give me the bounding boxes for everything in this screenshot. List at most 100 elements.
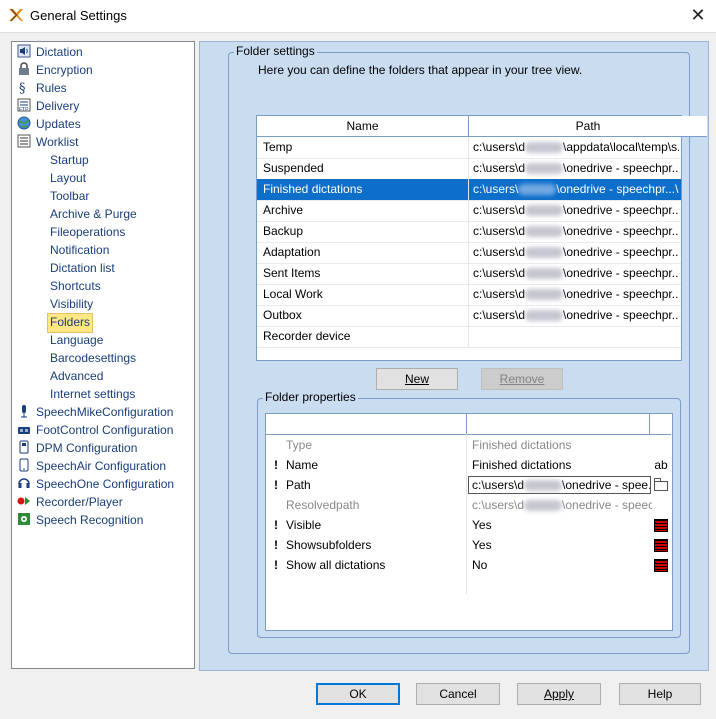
property-value: Yes (472, 518, 492, 532)
tree-subitem-toolbar[interactable]: Toolbar (50, 187, 89, 205)
folder-row[interactable]: Backup c:\users\d \onedrive - speechpr...\ (257, 221, 681, 243)
property-value: No (472, 558, 488, 572)
headset-icon (18, 478, 30, 488)
folder-row[interactable]: Adaptation c:\users\d \onedrive - speechpr… (257, 242, 681, 264)
redacted-username (525, 226, 564, 238)
folder-path-suffix: \appdata\local\temp\s...\ (563, 140, 679, 154)
tree-item-speechone-configuration[interactable]: SpeechOne Configuration (17, 475, 187, 493)
tree-subitem-layout[interactable]: Layout (50, 169, 86, 187)
folder-row[interactable]: Local Work c:\users\d \onedrive - speechpr… (257, 284, 681, 306)
folder-name: Finished dictations (263, 182, 363, 196)
tree-subitem-barcodesettings[interactable]: Barcodesettings (50, 349, 136, 367)
tree-subitem-shortcuts[interactable]: Shortcuts (50, 277, 101, 295)
close-button[interactable]: ✕ (684, 4, 712, 28)
folder-row[interactable]: Recorder device (257, 326, 681, 348)
folder-row[interactable]: Sent Items c:\users\d \onedrive - speechpr… (257, 263, 681, 285)
record-play-icon (17, 497, 30, 505)
tree-item-dpm-configuration[interactable]: DPM Configuration (17, 439, 187, 457)
list-glyph (654, 539, 668, 552)
property-value: Yes (472, 538, 492, 552)
folder-path: c:\users\d \onedrive - speechpr...\ (473, 221, 679, 242)
tree-subitem-language[interactable]: Language (50, 331, 103, 349)
tree-subitem-folders[interactable]: Folders (47, 313, 94, 333)
settings-tree[interactable]: Dictation Encryption § Rules FTP Delivery Upda… (11, 41, 195, 669)
tree-subitem-fileoperations[interactable]: Fileoperations (50, 223, 125, 241)
folder-browse-icon[interactable] (653, 475, 669, 497)
property-name: Showsubfolders (286, 538, 372, 552)
list-glyph (654, 559, 668, 572)
folder-path-suffix: \onedrive - speechpr...\ (556, 182, 679, 196)
property-name: Path (286, 478, 311, 492)
folder-path-suffix: \onedrive - speechpr...\ (563, 161, 679, 175)
folder-row[interactable]: Outbox c:\users\d \onedrive - speechpr...\ (257, 305, 681, 327)
tree-item-recorder-player[interactable]: Recorder/Player (17, 493, 187, 511)
folder-column-separator (468, 221, 469, 242)
tree-item-encryption[interactable]: Encryption (17, 61, 187, 79)
footcontrol-icon (18, 427, 30, 434)
tree-item-delivery[interactable]: FTP Delivery (17, 97, 187, 115)
tree-subitem-archive-purge[interactable]: Archive & Purge (50, 205, 137, 223)
grid-header-name (266, 414, 467, 435)
redacted-username (524, 500, 563, 512)
property-grid[interactable]: Type Finished dictations! Name Finished dic… (265, 413, 673, 631)
value-prefix: c:\users\d (472, 498, 525, 512)
property-row-showsubfolders[interactable]: ! Showsubfolders Yes (266, 535, 672, 555)
folder-name: Archive (263, 203, 304, 217)
folder-name: Suspended (263, 161, 324, 175)
column-header-path[interactable]: Path (469, 116, 707, 137)
folder-row[interactable]: Archive c:\users\d \onedrive - speechpr...… (257, 200, 681, 222)
property-row-type[interactable]: Type Finished dictations (266, 435, 672, 455)
folder-path: c:\users\d \appdata\local\temp\s...\ (473, 137, 679, 158)
folder-column-separator (468, 200, 469, 221)
required-mark: ! (274, 538, 278, 552)
folder-name: Temp (263, 140, 293, 154)
tree-subitem-dictation-list[interactable]: Dictation list (50, 259, 115, 277)
folder-row[interactable]: Finished dictations c:\users\ \onedrive - … (257, 179, 681, 201)
folder-path-suffix: \onedrive - speechpr...\ (563, 245, 679, 259)
property-row-show-all-dictations[interactable]: ! Show all dictations No (266, 555, 672, 575)
folder-path: c:\users\d \onedrive - speechpr...\ (473, 263, 679, 284)
ok-button[interactable]: OK (316, 683, 400, 705)
tree-item-footcontrol-configuration[interactable]: FootControl Configuration (17, 421, 187, 439)
text-edit-icon[interactable]: ab (653, 455, 669, 475)
recorder-icon (19, 440, 29, 454)
property-row-name[interactable]: ! Name Finished dictations ab (266, 455, 672, 475)
tree-subitem-startup[interactable]: Startup (50, 151, 89, 169)
tree-item-rules[interactable]: § Rules (17, 79, 187, 97)
tree-subitem-advanced[interactable]: Advanced (50, 367, 103, 385)
folder-name: Adaptation (263, 245, 321, 259)
window-title: General Settings (30, 8, 127, 23)
new-folder-button[interactable]: New (376, 368, 458, 390)
tree-item-speech-recognition[interactable]: Speech Recognition (17, 511, 187, 529)
property-row-path[interactable]: ! Path c:\users\d \onedrive - spee...\ (266, 475, 672, 495)
folder-name: Backup (263, 224, 304, 238)
folder-list[interactable]: Name Path Temp c:\users\d \appdata\local\t… (256, 115, 707, 361)
tree-subitem-notification[interactable]: Notification (50, 241, 109, 259)
tree-subitem-internet-settings[interactable]: Internet settings (50, 385, 135, 403)
folder-path-prefix: c:\users\d (473, 266, 526, 280)
remove-folder-button[interactable]: Remove (481, 368, 563, 390)
folder-path-prefix: c:\users\d (473, 245, 526, 259)
apply-button[interactable]: Apply (517, 683, 601, 705)
tree-item-updates[interactable]: Updates (17, 115, 187, 133)
tree-subitem-visibility[interactable]: Visibility (50, 295, 93, 313)
folder-row[interactable]: Suspended c:\users\d \onedrive - speechpr.… (257, 158, 681, 180)
tree-item-worklist[interactable]: Worklist (17, 133, 187, 151)
tree-item-speechair-configuration[interactable]: SpeechAir Configuration (17, 457, 187, 475)
folder-column-separator (468, 158, 469, 179)
path-value-field[interactable]: c:\users\d \onedrive - spee...\ (468, 476, 651, 494)
column-header-name[interactable]: Name (257, 116, 469, 137)
property-row-visible[interactable]: ! Visible Yes (266, 515, 672, 535)
property-value: c:\users\d \onedrive - speech (472, 495, 652, 515)
folder-path-prefix: c:\users\ (473, 182, 519, 196)
tree-item-speechmikeconfiguration[interactable]: SpeechMikeConfiguration (17, 403, 187, 421)
help-button[interactable]: Help (619, 683, 701, 705)
tree-item-dictation[interactable]: Dictation (17, 43, 187, 61)
cancel-button[interactable]: Cancel (416, 683, 500, 705)
redacted-username (525, 247, 564, 259)
dropdown-list-icon[interactable] (653, 555, 669, 578)
property-name: Type (286, 438, 313, 452)
folder-row[interactable]: Temp c:\users\d \appdata\local\temp\s...\ (257, 137, 681, 159)
property-row-resolvedpath[interactable]: Resolvedpath c:\users\d \onedrive - speech (266, 495, 672, 515)
required-mark: ! (274, 478, 278, 492)
